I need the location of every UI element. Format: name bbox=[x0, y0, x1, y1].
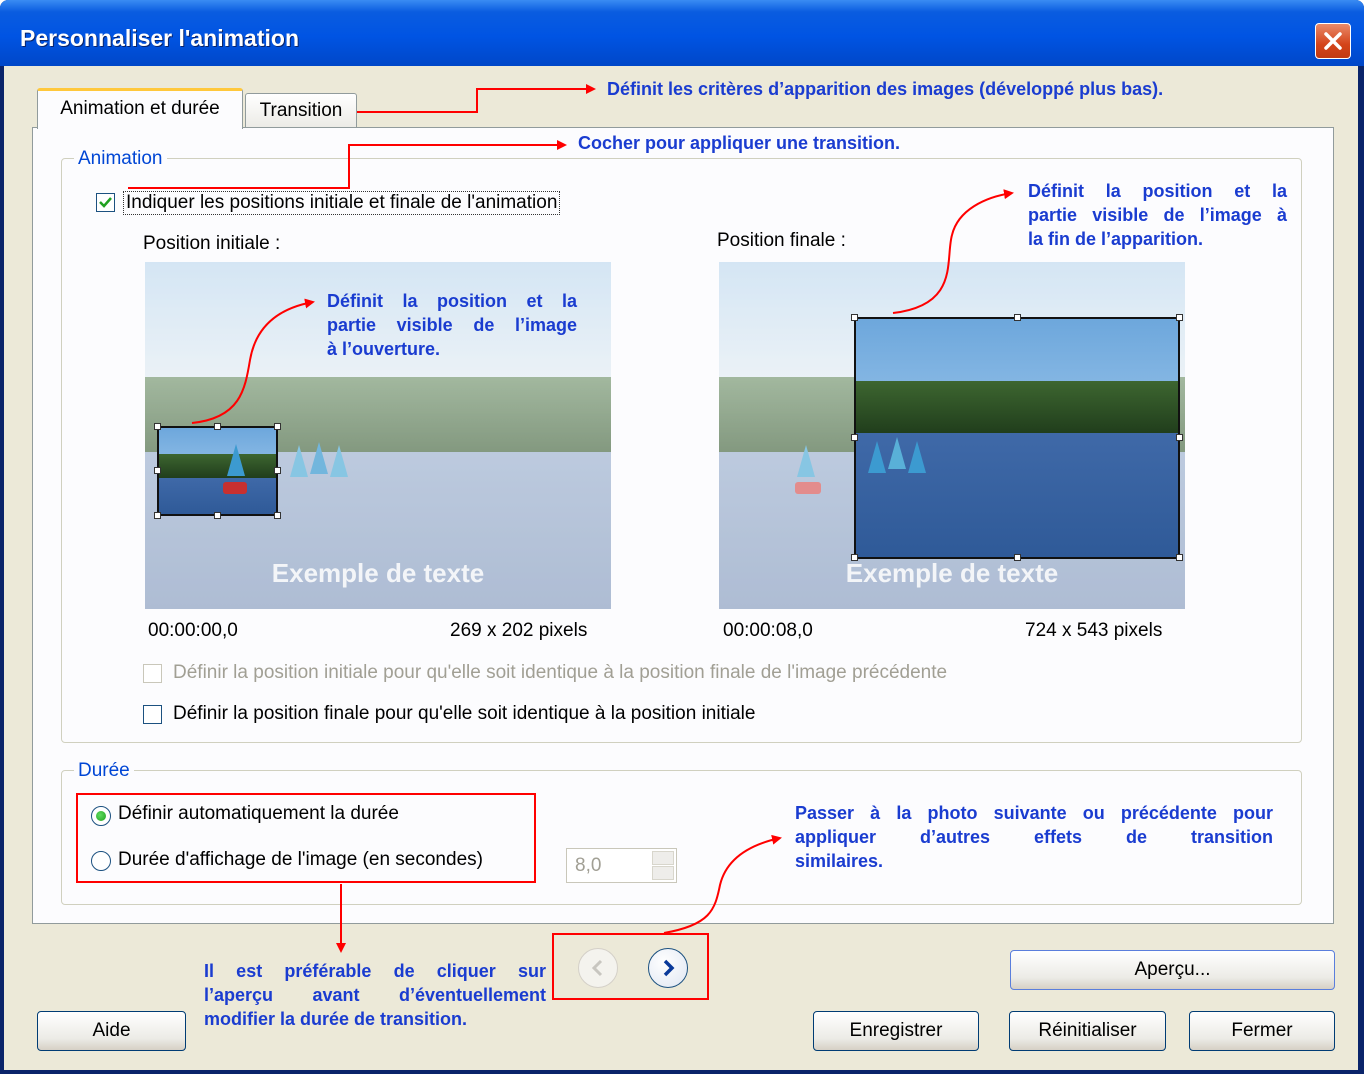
final-position-label: Position finale : bbox=[717, 230, 846, 251]
annotation-initial-position: Définit la position et la partie visible… bbox=[327, 289, 577, 361]
annotation-initial-line1: Définit la position et la bbox=[327, 291, 577, 311]
save-button[interactable]: Enregistrer bbox=[813, 1011, 979, 1051]
checkmark-icon bbox=[99, 197, 112, 208]
close-dialog-button[interactable]: Fermer bbox=[1189, 1011, 1335, 1051]
indicate-positions-label[interactable]: Indiquer les positions initiale et final… bbox=[123, 191, 561, 215]
spin-up-button[interactable] bbox=[652, 851, 674, 865]
reset-button-label: Réinitialiser bbox=[1038, 1020, 1137, 1041]
annotation-nav-line3: similaires. bbox=[795, 851, 884, 871]
sample-text-initial: Exemple de texte bbox=[271, 558, 485, 588]
final-selection-frame[interactable]: Exemple de texte bbox=[854, 317, 1180, 559]
save-button-label: Enregistrer bbox=[849, 1020, 943, 1041]
annotation-final-line3: la fin de l’apparition. bbox=[1028, 229, 1204, 249]
duration-group-legend: Durée bbox=[74, 760, 134, 782]
nav-buttons-highlight bbox=[552, 933, 709, 1000]
preview-button[interactable]: Aperçu... bbox=[1010, 950, 1335, 990]
same-as-previous-label: Définir la position initiale pour qu'ell… bbox=[173, 662, 948, 683]
final-position-preview[interactable]: Exemple de texte Exemple de texte bbox=[719, 262, 1185, 609]
annotation-initial-line2: partie visible de l’image bbox=[327, 315, 577, 335]
initial-size: 269 x 202 pixels bbox=[450, 620, 588, 641]
annotation-checkbox: Cocher pour appliquer une transition. bbox=[578, 133, 901, 153]
help-button-label: Aide bbox=[92, 1020, 131, 1041]
help-button[interactable]: Aide bbox=[37, 1011, 186, 1051]
indicate-positions-checkbox[interactable] bbox=[96, 193, 115, 212]
annotation-final-position: Définit la position et la partie visible… bbox=[1028, 179, 1287, 251]
annotation-duration-line1: Il est préférable de cliquer sur bbox=[204, 961, 546, 981]
tab-animation-duree[interactable]: Animation et durée bbox=[37, 88, 243, 129]
annotation-nav-line2: appliquer d’autres effets de transition bbox=[795, 827, 1273, 847]
duration-options-highlight bbox=[76, 793, 536, 883]
duration-seconds-value: 8,0 bbox=[575, 855, 602, 876]
annotation-duration-line3: modifier la durée de transition. bbox=[204, 1009, 468, 1029]
annotation-nav-buttons: Passer à la photo suivante ou précédente… bbox=[795, 801, 1273, 873]
preview-button-label: Aperçu... bbox=[1134, 959, 1211, 980]
animation-group-legend: Animation bbox=[74, 148, 167, 170]
annotation-initial-line3: à l’ouverture. bbox=[327, 339, 441, 359]
title-bar[interactable]: Personnaliser l'animation bbox=[0, 0, 1364, 66]
close-icon bbox=[1324, 32, 1342, 50]
same-as-initial-checkbox[interactable] bbox=[143, 705, 162, 724]
tab-transition[interactable]: Transition bbox=[245, 93, 357, 127]
annotation-transition-tab: Définit les critères d’apparition des im… bbox=[607, 79, 1164, 99]
reset-button[interactable]: Réinitialiser bbox=[1009, 1011, 1166, 1051]
sample-text-final: Exemple de texte bbox=[845, 558, 1059, 588]
annotation-duration: Il est préférable de cliquer sur l’aperç… bbox=[204, 959, 546, 1031]
final-size: 724 x 543 pixels bbox=[1025, 620, 1163, 641]
same-as-initial-label[interactable]: Définir la position finale pour qu'elle … bbox=[173, 703, 755, 725]
close-button[interactable] bbox=[1315, 23, 1351, 59]
final-time: 00:00:08,0 bbox=[723, 620, 813, 641]
close-dialog-button-label: Fermer bbox=[1231, 1020, 1293, 1041]
window-title: Personnaliser l'animation bbox=[20, 25, 299, 51]
initial-position-label: Position initiale : bbox=[143, 233, 281, 254]
spin-down-button[interactable] bbox=[652, 866, 674, 880]
annotation-final-line2: partie visible de l’image à bbox=[1028, 205, 1287, 225]
same-as-previous-checkbox[interactable] bbox=[143, 664, 162, 683]
annotation-nav-line1: Passer à la photo suivante ou précédente… bbox=[795, 803, 1273, 823]
annotation-duration-line2: l’aperçu avant d’éventuellement bbox=[204, 985, 546, 1005]
initial-selection-frame[interactable] bbox=[157, 426, 278, 516]
annotation-final-line1: Définit la position et la bbox=[1028, 181, 1287, 201]
duration-seconds-spinbox[interactable]: 8,0 bbox=[566, 848, 677, 883]
initial-time: 00:00:00,0 bbox=[148, 620, 238, 641]
